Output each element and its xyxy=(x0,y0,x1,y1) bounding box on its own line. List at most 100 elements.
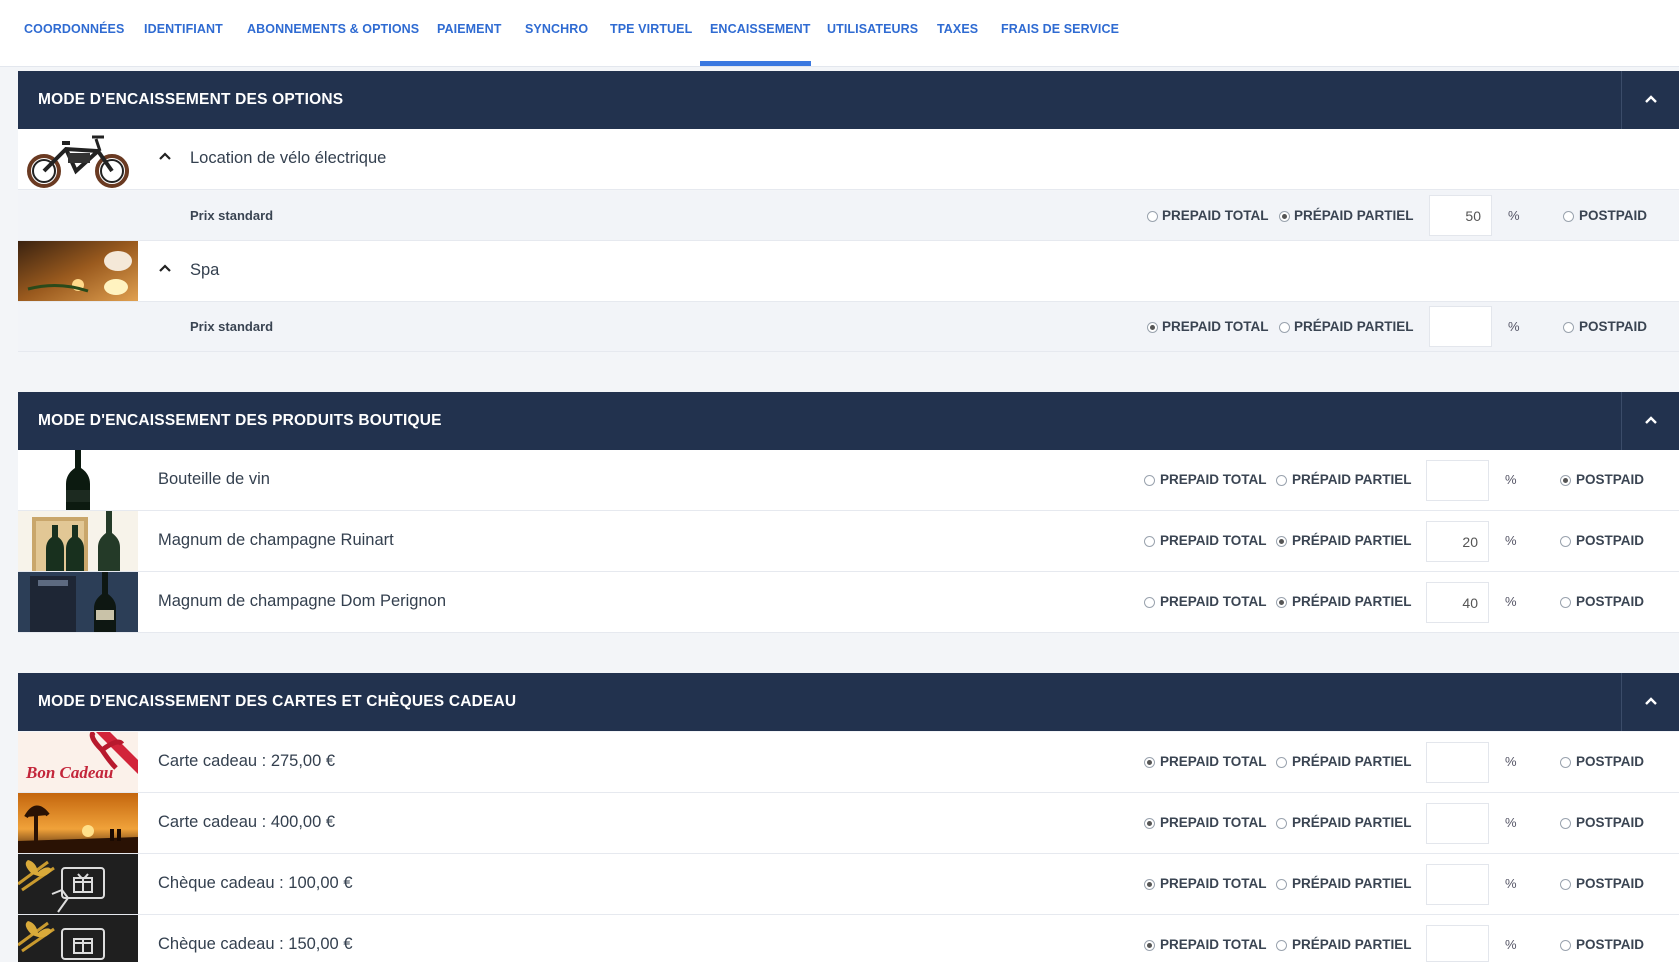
prepaid-partiel-label[interactable]: PRÉPAID PARTIEL xyxy=(1294,208,1414,223)
chevron-up-icon[interactable] xyxy=(158,151,172,161)
collapse-button[interactable] xyxy=(1621,392,1679,450)
postpaid-label[interactable]: POSTPAID xyxy=(1576,815,1644,830)
prepaid-total-label[interactable]: PREPAID TOTAL xyxy=(1162,319,1269,334)
prepaid-partiel-label[interactable]: PRÉPAID PARTIEL xyxy=(1292,937,1412,952)
chevron-up-icon xyxy=(1645,697,1657,705)
prepaid-total-label[interactable]: PREPAID TOTAL xyxy=(1160,754,1267,769)
prepaid-total-radio[interactable] xyxy=(1144,757,1155,768)
bon-cadeau-image: Bon Cadeau xyxy=(18,732,138,792)
prepaid-partiel-label[interactable]: PRÉPAID PARTIEL xyxy=(1292,754,1412,769)
postpaid-label[interactable]: POSTPAID xyxy=(1576,754,1644,769)
prepaid-total-label[interactable]: PREPAID TOTAL xyxy=(1160,937,1267,952)
prepaid-total-label[interactable]: PREPAID TOTAL xyxy=(1160,472,1267,487)
prepaid-partiel-label[interactable]: PRÉPAID PARTIEL xyxy=(1292,472,1412,487)
prepaid-partiel-radio[interactable] xyxy=(1276,879,1287,890)
prepaid-total-label[interactable]: PREPAID TOTAL xyxy=(1160,876,1267,891)
gift-row: Chèque cadeau : 100,00 € PREPAID TOTAL P… xyxy=(18,854,1679,915)
option-row: Location de vélo électrique xyxy=(18,129,1679,190)
prepaid-partiel-radio[interactable] xyxy=(1279,322,1290,333)
percent-input[interactable] xyxy=(1426,582,1489,623)
prepaid-partiel-radio[interactable] xyxy=(1276,940,1287,951)
postpaid-radio[interactable] xyxy=(1560,475,1571,486)
postpaid-radio[interactable] xyxy=(1560,879,1571,890)
price-label: Prix standard xyxy=(190,319,274,334)
bon-cadeau-text: Bon Cadeau xyxy=(25,763,113,782)
prepaid-total-radio[interactable] xyxy=(1144,940,1155,951)
section-title: MODE D'ENCAISSEMENT DES OPTIONS xyxy=(38,91,344,108)
tab-coordonnees[interactable]: COORDONNÉES xyxy=(24,22,124,36)
prepaid-total-radio[interactable] xyxy=(1147,322,1158,333)
tab-abonnements-options[interactable]: ABONNEMENTS & OPTIONS xyxy=(247,22,419,36)
prepaid-partiel-radio[interactable] xyxy=(1276,757,1287,768)
tab-paiement[interactable]: PAIEMENT xyxy=(437,22,501,36)
prepaid-total-radio[interactable] xyxy=(1147,211,1158,222)
prepaid-total-radio[interactable] xyxy=(1144,597,1155,608)
percent-input[interactable] xyxy=(1429,306,1492,347)
percent-input[interactable] xyxy=(1426,925,1489,962)
tab-taxes[interactable]: TAXES xyxy=(937,22,978,36)
gift-name: Chèque cadeau : 150,00 € xyxy=(158,935,353,953)
prepaid-partiel-radio[interactable] xyxy=(1276,536,1287,547)
prepaid-partiel-label[interactable]: PRÉPAID PARTIEL xyxy=(1292,876,1412,891)
options-section-header: MODE D'ENCAISSEMENT DES OPTIONS xyxy=(18,71,1679,129)
postpaid-radio[interactable] xyxy=(1560,536,1571,547)
tab-tpe-virtuel[interactable]: TPE VIRTUEL xyxy=(610,22,692,36)
percent-sign: % xyxy=(1505,754,1517,769)
tab-identifiant[interactable]: IDENTIFIANT xyxy=(144,22,223,36)
product-name: Bouteille de vin xyxy=(158,470,270,488)
postpaid-label[interactable]: POSTPAID xyxy=(1576,937,1644,952)
active-tab-indicator xyxy=(700,61,811,66)
prepaid-total-label[interactable]: PREPAID TOTAL xyxy=(1160,815,1267,830)
percent-input[interactable] xyxy=(1426,460,1489,501)
prepaid-partiel-radio[interactable] xyxy=(1279,211,1290,222)
prepaid-total-radio[interactable] xyxy=(1144,536,1155,547)
boutique-section-header: MODE D'ENCAISSEMENT DES PRODUITS BOUTIQU… xyxy=(18,392,1679,450)
prepaid-partiel-radio[interactable] xyxy=(1276,475,1287,486)
prepaid-partiel-radio[interactable] xyxy=(1276,597,1287,608)
gift-cheque-image xyxy=(18,915,138,962)
tab-encaissement[interactable]: ENCAISSEMENT xyxy=(710,22,811,36)
prepaid-partiel-label[interactable]: PRÉPAID PARTIEL xyxy=(1292,533,1412,548)
percent-sign: % xyxy=(1508,319,1520,334)
section-title: MODE D'ENCAISSEMENT DES PRODUITS BOUTIQU… xyxy=(38,412,442,429)
percent-input[interactable] xyxy=(1426,521,1489,562)
prepaid-total-radio[interactable] xyxy=(1144,879,1155,890)
collapse-button[interactable] xyxy=(1621,71,1679,129)
postpaid-label[interactable]: POSTPAID xyxy=(1576,472,1644,487)
prepaid-partiel-radio[interactable] xyxy=(1276,818,1287,829)
collapse-button[interactable] xyxy=(1621,673,1679,731)
postpaid-radio[interactable] xyxy=(1563,322,1574,333)
percent-input[interactable] xyxy=(1426,742,1489,783)
tab-frais-de-service[interactable]: FRAIS DE SERVICE xyxy=(1001,22,1119,36)
postpaid-radio[interactable] xyxy=(1563,211,1574,222)
postpaid-label[interactable]: POSTPAID xyxy=(1576,876,1644,891)
postpaid-label[interactable]: POSTPAID xyxy=(1579,319,1647,334)
prepaid-total-radio[interactable] xyxy=(1144,818,1155,829)
tab-utilisateurs[interactable]: UTILISATEURS xyxy=(827,22,918,36)
gift-row: Carte cadeau : 400,00 € PREPAID TOTAL PR… xyxy=(18,793,1679,854)
postpaid-label[interactable]: POSTPAID xyxy=(1576,533,1644,548)
postpaid-radio[interactable] xyxy=(1560,940,1571,951)
price-row: Prix standard PREPAID TOTAL PRÉPAID PART… xyxy=(18,191,1679,241)
postpaid-radio[interactable] xyxy=(1560,597,1571,608)
prepaid-total-label[interactable]: PREPAID TOTAL xyxy=(1160,594,1267,609)
spa-candles-image xyxy=(18,241,138,301)
prepaid-partiel-label[interactable]: PRÉPAID PARTIEL xyxy=(1294,319,1414,334)
prepaid-partiel-label[interactable]: PRÉPAID PARTIEL xyxy=(1292,815,1412,830)
percent-input[interactable] xyxy=(1426,864,1489,905)
postpaid-radio[interactable] xyxy=(1560,818,1571,829)
prepaid-total-label[interactable]: PREPAID TOTAL xyxy=(1162,208,1269,223)
tab-synchro[interactable]: SYNCHRO xyxy=(525,22,588,36)
chevron-up-icon[interactable] xyxy=(158,263,172,273)
prepaid-partiel-label[interactable]: PRÉPAID PARTIEL xyxy=(1292,594,1412,609)
prepaid-total-radio[interactable] xyxy=(1144,475,1155,486)
product-row: Magnum de champagne Ruinart PREPAID TOTA… xyxy=(18,511,1679,572)
percent-input[interactable] xyxy=(1429,195,1492,236)
postpaid-radio[interactable] xyxy=(1560,757,1571,768)
postpaid-label[interactable]: POSTPAID xyxy=(1579,208,1647,223)
prepaid-total-label[interactable]: PREPAID TOTAL xyxy=(1160,533,1267,548)
postpaid-label[interactable]: POSTPAID xyxy=(1576,594,1644,609)
chevron-up-icon xyxy=(1645,416,1657,424)
percent-input[interactable] xyxy=(1426,803,1489,844)
option-row: Spa xyxy=(18,241,1679,302)
